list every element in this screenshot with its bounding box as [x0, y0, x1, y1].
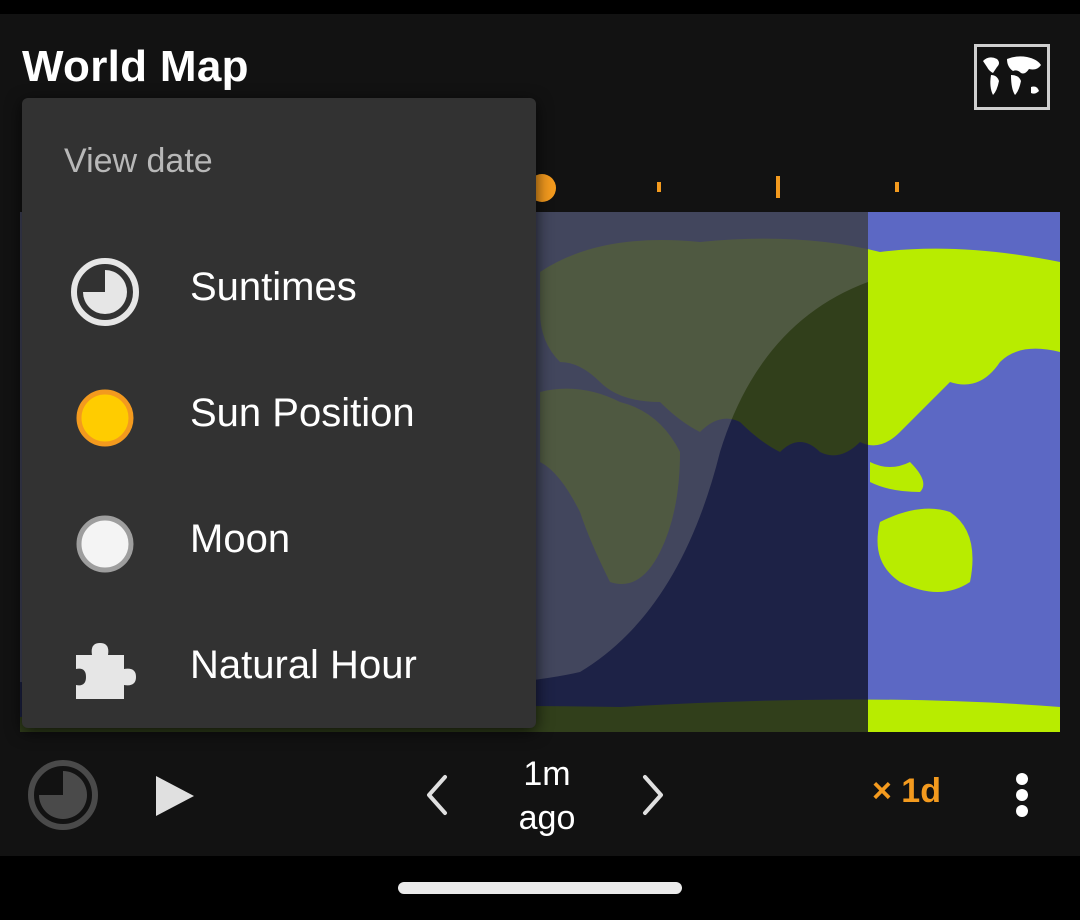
- timeline-ruler[interactable]: [536, 170, 1060, 210]
- previous-button[interactable]: [414, 770, 458, 820]
- world-map-icon: [977, 47, 1047, 107]
- map-mode-button[interactable]: [974, 44, 1050, 110]
- menu-item-label: Sun Position: [190, 391, 415, 435]
- time-offset-label: 1m ago: [496, 752, 598, 840]
- timeline-tick: [895, 182, 899, 192]
- suntimes-clock-icon: [28, 760, 98, 830]
- timeline-tick: [776, 176, 780, 198]
- dialog-title: World Map: [22, 42, 249, 91]
- chevron-right-icon: [643, 775, 663, 815]
- time-offset-value: 1m: [523, 755, 571, 793]
- play-icon: [156, 776, 194, 816]
- status-bar: [0, 0, 1080, 14]
- menu-item-sun-position[interactable]: Sun Position: [22, 351, 536, 477]
- puzzle-piece-icon: [66, 631, 144, 709]
- view-date-menu: View date Suntimes Sun Position Moon Nat…: [22, 98, 536, 728]
- menu-item-label: Natural Hour: [190, 643, 417, 687]
- menu-item-natural-hour[interactable]: Natural Hour: [22, 603, 536, 729]
- menu-header: View date: [64, 142, 213, 180]
- time-offset-suffix: ago: [518, 799, 576, 837]
- sun-icon: [66, 379, 144, 457]
- play-button[interactable]: [148, 768, 200, 824]
- suntimes-clock-icon: [66, 253, 144, 331]
- menu-item-label: Moon: [190, 517, 291, 561]
- overflow-menu-button[interactable]: [1004, 770, 1040, 820]
- current-time-marker: [536, 174, 556, 202]
- moon-icon: [66, 505, 144, 583]
- reset-time-button[interactable]: [26, 758, 100, 832]
- menu-item-label: Suntimes: [190, 265, 357, 309]
- menu-item-suntimes[interactable]: Suntimes: [22, 225, 536, 351]
- chevron-left-icon: [427, 775, 447, 815]
- menu-item-moon[interactable]: Moon: [22, 477, 536, 603]
- speed-button[interactable]: × 1d: [872, 772, 941, 811]
- next-button[interactable]: [632, 770, 676, 820]
- timeline-tick: [657, 182, 661, 192]
- home-gesture-handle[interactable]: [398, 882, 682, 894]
- more-vert-icon: [1016, 773, 1028, 817]
